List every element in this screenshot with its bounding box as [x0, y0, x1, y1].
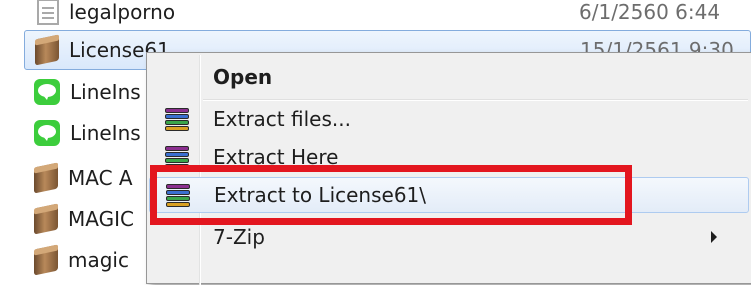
file-name: magic: [68, 248, 129, 272]
winrar-icon: [165, 108, 189, 131]
winrar-archive-icon: [34, 162, 58, 194]
menu-item-label: Open: [213, 65, 273, 89]
file-name: legalporno: [69, 0, 176, 24]
file-name: MAGIC: [68, 207, 134, 231]
submenu-arrow-icon: [711, 231, 717, 243]
menu-item-label: 7-Zip: [213, 225, 265, 249]
menu-item-label: Extract files...: [213, 107, 351, 131]
file-name: LineIns: [70, 121, 141, 145]
menu-item-open[interactable]: Open: [149, 59, 749, 95]
document-icon: [37, 0, 59, 25]
annotation-highlight-box: [150, 165, 632, 225]
file-date: 6/1/2560 6:44: [579, 0, 721, 24]
winrar-archive-icon: [35, 34, 59, 66]
winrar-archive-icon: [34, 244, 58, 276]
line-app-icon: [34, 120, 60, 146]
file-name: LineIns: [70, 80, 141, 104]
menu-item-extract-files[interactable]: Extract files...: [149, 101, 749, 137]
line-app-icon: [34, 79, 60, 105]
file-row-legalporno[interactable]: legalporno 6/1/2560 6:44: [24, 0, 751, 32]
winrar-archive-icon: [34, 203, 58, 235]
file-name: MAC A: [68, 166, 133, 190]
